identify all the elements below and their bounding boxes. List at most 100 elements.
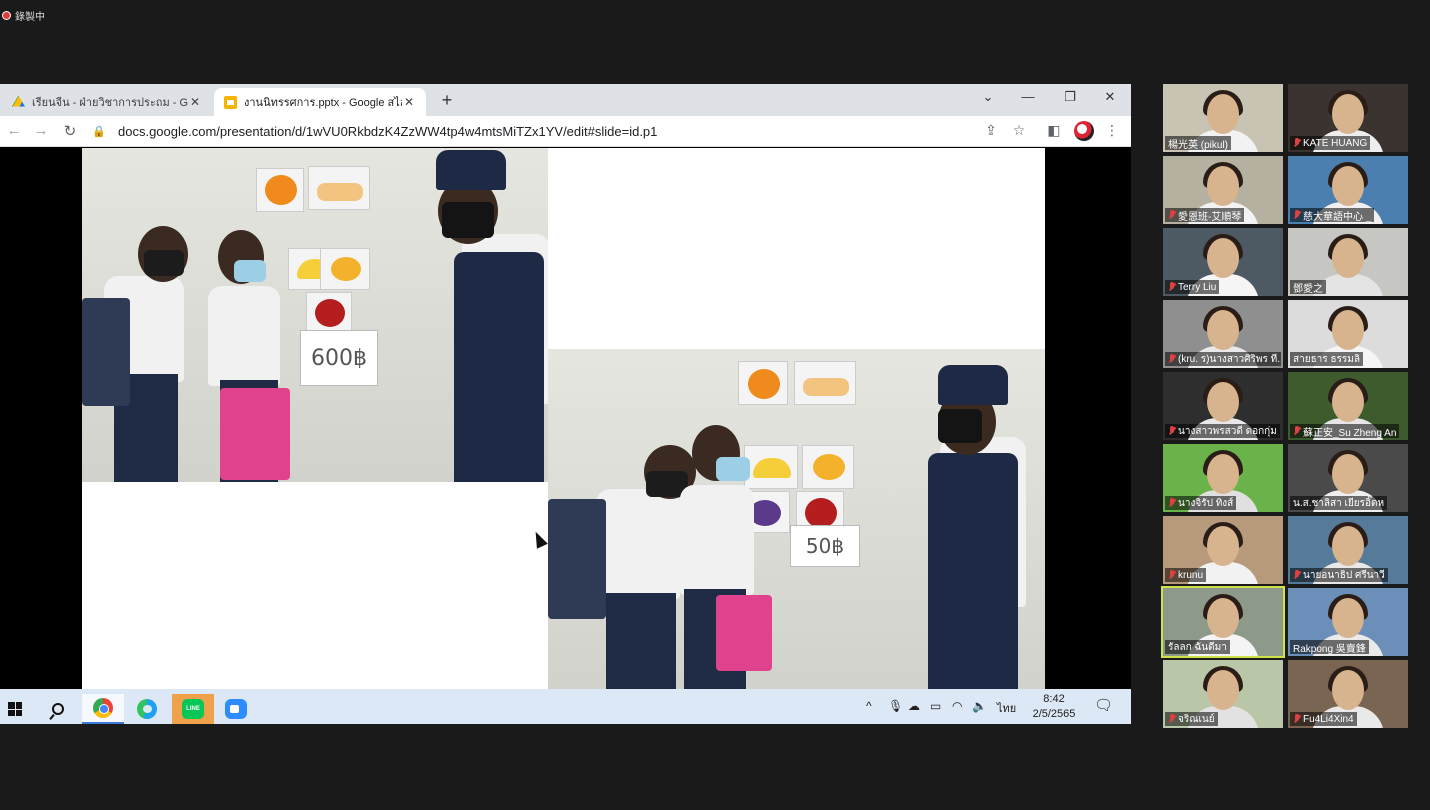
participant-tile[interactable]: (kru. ร)นางสาวศิริพร ที... [1163, 300, 1283, 368]
taskbar-line[interactable]: LINE [172, 694, 214, 724]
poster-cake [308, 166, 370, 210]
participant-name: Fu4Li4Xin4 [1303, 713, 1354, 725]
mic-muted-icon [1168, 714, 1176, 724]
close-window-icon[interactable]: ✕ [1100, 89, 1120, 105]
address-bar[interactable]: 🔒 docs.google.com/presentation/d/1wVU0Rk… [92, 119, 1032, 143]
participant-name: 蘇正安_Su Zheng An [1303, 427, 1397, 439]
mic-muted-icon [1293, 426, 1301, 436]
wifi-icon[interactable]: ◠ [952, 699, 962, 713]
participant-video-face [1332, 166, 1364, 206]
participant-video-face [1332, 94, 1364, 134]
participant-video-face [1207, 454, 1239, 494]
battery-icon[interactable]: ▭ [930, 699, 941, 713]
google-drive-icon [12, 95, 25, 107]
taskbar-zoom[interactable] [215, 694, 257, 724]
back-icon[interactable]: ← [5, 122, 23, 139]
participant-tile[interactable]: 慈大華語中心 _ [1288, 156, 1408, 224]
notification-icon[interactable]: 🗨 [1094, 696, 1113, 714]
participant-tile[interactable]: รัลลก ฉันดีมา [1161, 586, 1285, 658]
participant-name: 楊光英 (pikul) [1168, 139, 1229, 151]
participant-tile[interactable]: 蘇正安_Su Zheng An [1288, 372, 1408, 440]
mic-muted-icon [1293, 714, 1301, 724]
slide-photo-1: 600฿ [82, 148, 548, 482]
taskbar-edge[interactable] [126, 694, 168, 724]
participant-tile[interactable]: Terry Liu [1163, 228, 1283, 296]
participant-name-label: krunu [1165, 568, 1207, 582]
participant-name: 慈大華語中心 _ [1303, 211, 1372, 223]
presentation-slide: 600฿ 50฿ [82, 148, 1045, 689]
participant-video-face [1332, 382, 1364, 422]
side-panel-icon[interactable]: ◧ [1045, 122, 1063, 139]
participant-tile[interactable]: 楊光英 (pikul) [1163, 84, 1283, 152]
participant-video-face [1207, 310, 1239, 350]
close-icon[interactable]: ✕ [188, 95, 202, 109]
participant-tile[interactable]: นายอนาธิป ศรีนาวี [1288, 516, 1408, 584]
google-slides-icon [224, 95, 237, 109]
participant-tile[interactable]: น.ส.ชาลิสา เยียรอิ๊ดห [1288, 444, 1408, 512]
participant-name-label: นายอนาธิป ศรีนาวี [1290, 568, 1388, 582]
taskbar-chrome[interactable] [82, 694, 124, 724]
participant-name-label: (kru. ร)นางสาวศิริพร ที... [1165, 352, 1281, 366]
participant-name-label: สายธาร ธรรมลิ [1290, 352, 1364, 366]
restore-icon[interactable]: ❐ [1060, 89, 1080, 105]
participant-tile[interactable]: สายธาร ธรรมลิ [1288, 300, 1408, 368]
browser-tab-drive[interactable]: เรียนจีน - ฝ่ายวิชาการประถม - Googl ✕ [2, 88, 212, 116]
poster-orange [738, 361, 788, 405]
participant-name: จริณเนย์ [1178, 713, 1215, 725]
participant-tile[interactable]: 鄧愛之 [1288, 228, 1408, 296]
participant-video-face [1332, 454, 1364, 494]
taskbar-clock[interactable]: 8:42 2/5/2565 [1026, 692, 1082, 722]
participant-tile[interactable]: จริณเนย์ [1163, 660, 1283, 728]
participant-name-label: 蘇正安_Su Zheng An [1290, 424, 1400, 439]
price-sign: 600฿ [300, 330, 378, 386]
reload-icon[interactable]: ↻ [61, 122, 79, 140]
participant-name: นางสาวพรสวดี ดอกกุ่ม [1178, 425, 1277, 437]
lock-icon: 🔒 [92, 125, 106, 138]
new-tab-icon[interactable]: + [436, 90, 458, 111]
poster-mango [320, 248, 370, 290]
chevron-up-icon[interactable]: ^ [866, 699, 872, 713]
start-button[interactable] [0, 694, 36, 724]
share-icon[interactable]: ⇪ [982, 122, 1000, 139]
chevron-down-icon[interactable]: ⌄ [978, 89, 998, 105]
forward-icon[interactable]: → [32, 122, 50, 139]
participant-name-label: นางสาวพรสวดี ดอกกุ่ม [1165, 424, 1280, 438]
poster-mango [802, 445, 854, 489]
clock-time: 8:42 [1043, 693, 1065, 705]
mic-muted-icon [1168, 354, 1176, 364]
participant-name: (kru. ร)นางสาวศิริพร ที... [1178, 353, 1281, 365]
minimize-icon[interactable]: — [1018, 89, 1038, 104]
recording-indicator[interactable]: 錄製中 [2, 8, 45, 23]
participant-name-label: จริณเนย์ [1165, 712, 1218, 726]
participant-tile[interactable]: นางจิรัป ทิงส์ [1163, 444, 1283, 512]
participant-name-label: น.ส.ชาลิสา เยียรอิ๊ดห [1290, 496, 1388, 510]
participant-tile[interactable]: Fu4Li4Xin4 [1288, 660, 1408, 728]
participant-tile[interactable]: นางสาวพรสวดี ดอกกุ่ม [1163, 372, 1283, 440]
participant-name-label: 愛恩班-艾順琴 [1165, 208, 1245, 223]
search-button[interactable] [37, 694, 79, 724]
participant-name-label: 慈大華語中心 _ [1290, 208, 1375, 223]
participant-tile[interactable]: 愛恩班-艾順琴 [1163, 156, 1283, 224]
participant-name: 愛恩班-艾順琴 [1178, 211, 1242, 223]
participant-tile[interactable]: Rakpong 吳賣鋒 [1288, 588, 1408, 656]
participant-name: นายอนาธิป ศรีนาวี [1303, 569, 1385, 581]
profile-avatar[interactable] [1074, 121, 1094, 141]
mic-muted-icon [1293, 138, 1301, 148]
participant-tile[interactable]: krunu [1163, 516, 1283, 584]
price-sign: 50฿ [790, 525, 860, 567]
url-text: docs.google.com/presentation/d/1wVU0Rkbd… [118, 123, 658, 139]
participant-tile[interactable]: KATE HUANG [1288, 84, 1408, 152]
zoom-icon [225, 699, 247, 719]
shared-screen: เรียนจีน - ฝ่ายวิชาการประถม - Googl ✕ งา… [0, 84, 1131, 724]
participant-name: 鄧愛之 [1293, 283, 1323, 295]
browser-tab-slides[interactable]: งานนิทรรศการ.pptx - Google สไลด์ ✕ [214, 88, 426, 116]
cloud-icon[interactable]: ☁ [908, 699, 920, 713]
close-icon[interactable]: ✕ [402, 95, 416, 109]
language-indicator[interactable]: ไทย [997, 699, 1016, 717]
more-menu-icon[interactable]: ⋮ [1103, 122, 1121, 139]
bookmark-star-icon[interactable]: ☆ [1010, 122, 1028, 139]
microphone-icon[interactable]: 🎙 [888, 699, 903, 713]
mic-muted-icon [1168, 498, 1176, 508]
participant-video-face [1332, 670, 1364, 710]
volume-icon[interactable]: 🔈 [972, 699, 987, 713]
